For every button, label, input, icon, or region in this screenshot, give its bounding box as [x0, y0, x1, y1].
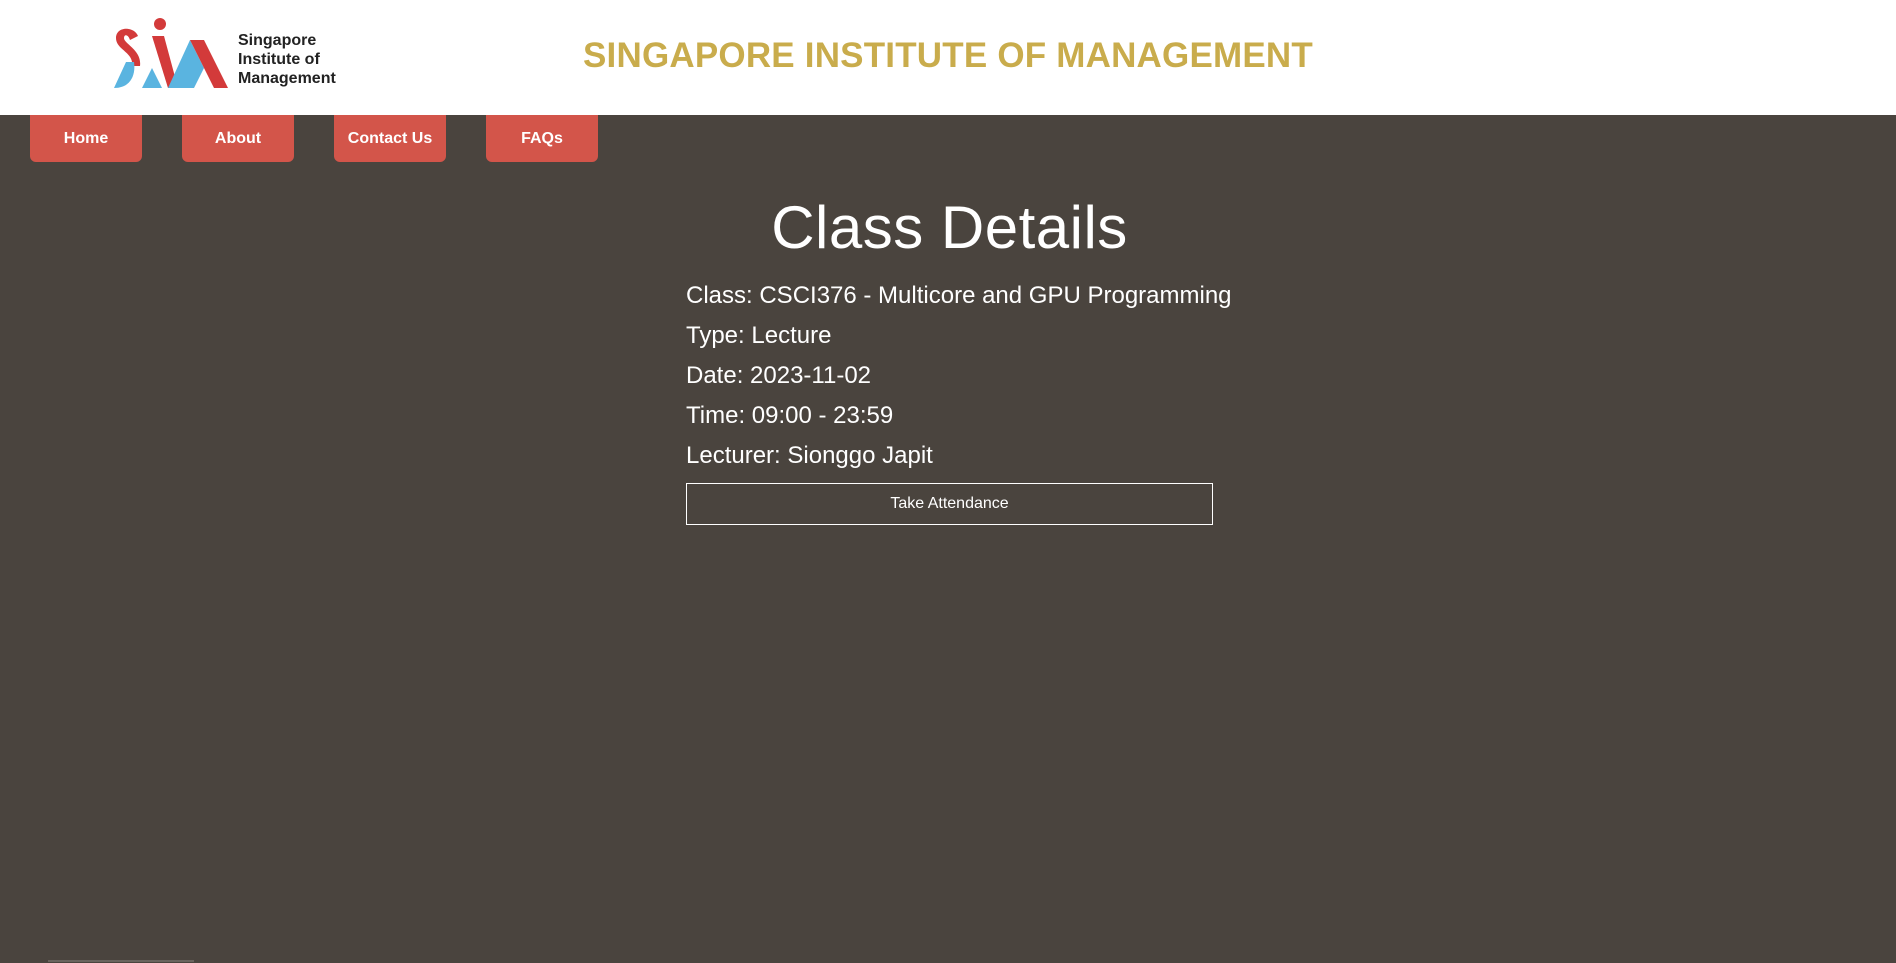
- site-header: Singapore Institute of Management SINGAP…: [0, 0, 1896, 115]
- nav-home-button[interactable]: Home: [30, 115, 142, 162]
- main-nav: Home About Contact Us FAQs: [0, 115, 1896, 163]
- class-details-list: Class: CSCI376 - Multicore and GPU Progr…: [686, 282, 1232, 482]
- bottom-divider: [48, 960, 194, 962]
- take-attendance-button[interactable]: Take Attendance: [686, 483, 1213, 525]
- logo-text: Singapore Institute of Management: [238, 31, 358, 88]
- sim-logo-mark-icon: [114, 18, 228, 88]
- sim-logo[interactable]: Singapore Institute of Management: [112, 16, 352, 92]
- nav-faqs-button[interactable]: FAQs: [486, 115, 598, 162]
- class-type: Type: Lecture: [686, 322, 832, 349]
- class-name: Class: CSCI376 - Multicore and GPU Progr…: [686, 282, 1232, 309]
- class-time: Time: 09:00 - 23:59: [686, 402, 894, 429]
- nav-contact-us-button[interactable]: Contact Us: [334, 115, 446, 162]
- logo-text-line: Singapore: [238, 32, 317, 49]
- class-lecturer: Lecturer: Sionggo Japit: [686, 442, 933, 469]
- logo-text-line: Management: [238, 70, 336, 87]
- class-date: Date: 2023-11-02: [686, 362, 872, 389]
- nav-about-button[interactable]: About: [182, 115, 294, 162]
- logo-text-line: Institute of: [238, 51, 320, 68]
- site-title: SINGAPORE INSTITUTE OF MANAGEMENT: [583, 36, 1313, 75]
- page-title: Class Details: [771, 194, 1128, 261]
- class-details-panel: Class Details Class: CSCI376 - Multicore…: [686, 190, 1232, 525]
